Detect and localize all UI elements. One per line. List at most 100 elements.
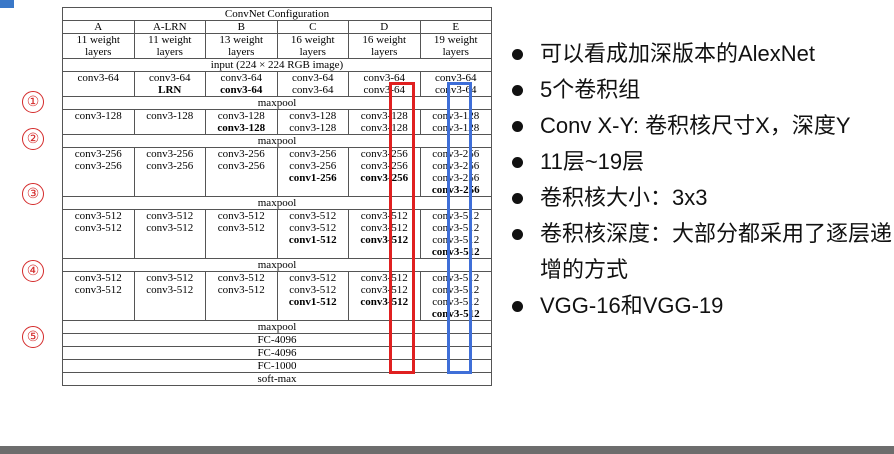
fc-row: FC-4096 xyxy=(62,346,492,360)
layer-label: conv3-512 xyxy=(289,210,337,223)
maxpool-cell: maxpool xyxy=(62,134,492,148)
conv-cell: conv3-512 conv3-512 xyxy=(62,271,135,321)
depth-unit: layers xyxy=(371,46,398,58)
bullet-text: 5个卷积组 xyxy=(540,77,641,102)
layer-label: conv3-512 xyxy=(74,210,122,223)
bullet-dot xyxy=(512,49,523,60)
bullet-list: 可以看成加深版本的AlexNet 5个卷积组 Conv X-Y: 卷积核尺寸X，… xyxy=(512,36,894,324)
layer-label: conv3-512 xyxy=(146,222,194,234)
layer-label: conv3-128 xyxy=(74,110,122,123)
layer-label: conv3-256 xyxy=(289,148,337,161)
depth-count: 11 weight xyxy=(148,34,192,47)
fc-cell: FC-1000 xyxy=(62,359,492,373)
fc-cell: FC-4096 xyxy=(62,333,492,347)
layer-label: conv3-256 xyxy=(146,160,194,172)
depth-count: 19 weight xyxy=(433,34,478,47)
bullet-text: VGG-16和VGG-19 xyxy=(540,293,724,318)
depth-unit: layers xyxy=(85,46,112,58)
depth-count: 13 weight xyxy=(219,34,264,47)
layer-label: conv3-512 xyxy=(146,284,194,296)
layer-label: conv3-256 xyxy=(217,160,265,172)
bullet-dot xyxy=(512,157,523,168)
column-e-highlight xyxy=(447,82,472,374)
conv-cell: conv3-512 conv3-512 conv1-512 xyxy=(276,271,349,321)
layer-label: conv3-128 xyxy=(217,122,266,134)
group-number-1: ① xyxy=(22,91,44,113)
conv-cell: conv3-64 xyxy=(62,71,135,97)
depth-row: 11 weight layers 11 weight layers 13 weigh… xyxy=(62,33,492,59)
conv-cell: conv3-512 conv3-512 xyxy=(133,209,206,259)
bullet-text: 11层~19层 xyxy=(540,149,645,174)
bullet-item: Conv X-Y: 卷积核尺寸X，深度Y xyxy=(512,108,894,144)
bullet-dot xyxy=(512,301,523,312)
layer-label: conv3-512 xyxy=(146,210,194,223)
conv-cell: conv3-128 xyxy=(62,109,135,135)
layer-label: conv3-512 xyxy=(289,222,337,234)
depth-count: 11 weight xyxy=(76,34,120,47)
input-row: input (224 × 224 RGB image) xyxy=(62,58,492,72)
conv-group-row: conv3-128 conv3-128 conv3-128 conv3-128 conv… xyxy=(62,109,492,135)
maxpool-cell: maxpool xyxy=(62,258,492,272)
layer-label: conv3-256 xyxy=(146,148,194,161)
depth-count: 16 weight xyxy=(362,34,407,47)
layer-label: conv3-64 xyxy=(220,84,263,96)
bullet-text: Conv X-Y: 卷积核尺寸X，深度Y xyxy=(540,113,851,138)
layer-label: conv3-512 xyxy=(289,272,337,285)
depth-unit: layers xyxy=(156,46,183,58)
group-number-4: ④ xyxy=(22,260,44,282)
layer-label: conv3-512 xyxy=(217,272,265,285)
conv-cell: conv3-64 LRN xyxy=(133,71,206,97)
conv-group-row: conv3-256 conv3-256 conv3-256 conv3-256 conv… xyxy=(62,147,492,197)
conv-cell: conv3-512 conv3-512 xyxy=(62,209,135,259)
layer-label: conv1-512 xyxy=(288,234,337,246)
depth-unit: layers xyxy=(228,46,255,58)
group-number-5: ⑤ xyxy=(22,326,44,348)
table-title-row: ConvNet Configuration xyxy=(62,7,492,21)
conv-cell: conv3-64 conv3-64 xyxy=(276,71,349,97)
layer-label: conv3-128 xyxy=(289,110,337,123)
layer-label: conv3-64 xyxy=(291,72,334,85)
convnet-configuration-table: ConvNet Configuration A A-LRN B C D E 11… xyxy=(62,7,492,386)
depth-unit: layers xyxy=(299,46,326,58)
conv-cell: conv3-512 conv3-512 xyxy=(205,209,278,259)
maxpool-row: maxpool xyxy=(62,196,492,210)
layer-label: conv3-64 xyxy=(220,72,263,85)
layer-label: conv3-128 xyxy=(289,122,337,134)
depth-cell: 16 weight layers xyxy=(348,33,421,59)
fc-row: FC-4096 xyxy=(62,333,492,347)
maxpool-cell: maxpool xyxy=(62,96,492,110)
column-header: B xyxy=(205,20,278,34)
maxpool-row: maxpool xyxy=(62,320,492,334)
conv-cell: conv3-256 conv3-256 conv1-256 xyxy=(276,147,349,197)
depth-cell: 19 weight layers xyxy=(419,33,492,59)
group-number-3: ③ xyxy=(22,183,44,205)
group-number-2: ② xyxy=(22,128,44,150)
depth-cell: 16 weight layers xyxy=(276,33,349,59)
conv-cell: conv3-128 conv3-128 xyxy=(205,109,278,135)
fc-row: FC-1000 xyxy=(62,359,492,373)
conv-group-row: conv3-512 conv3-512 conv3-512 conv3-512 conv… xyxy=(62,209,492,259)
maxpool-cell: maxpool xyxy=(62,196,492,210)
layer-label: conv3-64 xyxy=(148,72,191,85)
conv-group-row: conv3-64 conv3-64 LRN conv3-64 conv3-64 conv3… xyxy=(62,71,492,97)
table-body: ConvNet Configuration A A-LRN B C D E 11… xyxy=(62,7,492,386)
maxpool-row: maxpool xyxy=(62,96,492,110)
bullet-text: 卷积核深度：大部分都采用了逐层递增的方式 xyxy=(540,221,893,282)
bullet-item: 卷积核大小：3x3 xyxy=(512,180,894,216)
bullet-item: 可以看成加深版本的AlexNet xyxy=(512,36,894,72)
corner-decoration xyxy=(0,0,14,8)
conv-cell: conv3-512 conv3-512 conv1-512 xyxy=(276,209,349,259)
conv-cell: conv3-256 conv3-256 xyxy=(133,147,206,197)
column-header: E xyxy=(419,20,492,34)
column-header: D xyxy=(348,20,421,34)
layer-label: conv3-512 xyxy=(217,210,265,223)
bullet-dot xyxy=(512,229,523,240)
depth-cell: 11 weight layers xyxy=(133,33,206,59)
column-d-highlight xyxy=(389,82,415,374)
depth-unit: layers xyxy=(442,46,469,58)
layer-label: conv3-128 xyxy=(146,110,194,123)
conv-cell: conv3-64 conv3-64 xyxy=(205,71,278,97)
fc-cell: FC-4096 xyxy=(62,346,492,360)
bullet-item: VGG-16和VGG-19 xyxy=(512,288,894,324)
bullet-item: 11层~19层 xyxy=(512,144,894,180)
